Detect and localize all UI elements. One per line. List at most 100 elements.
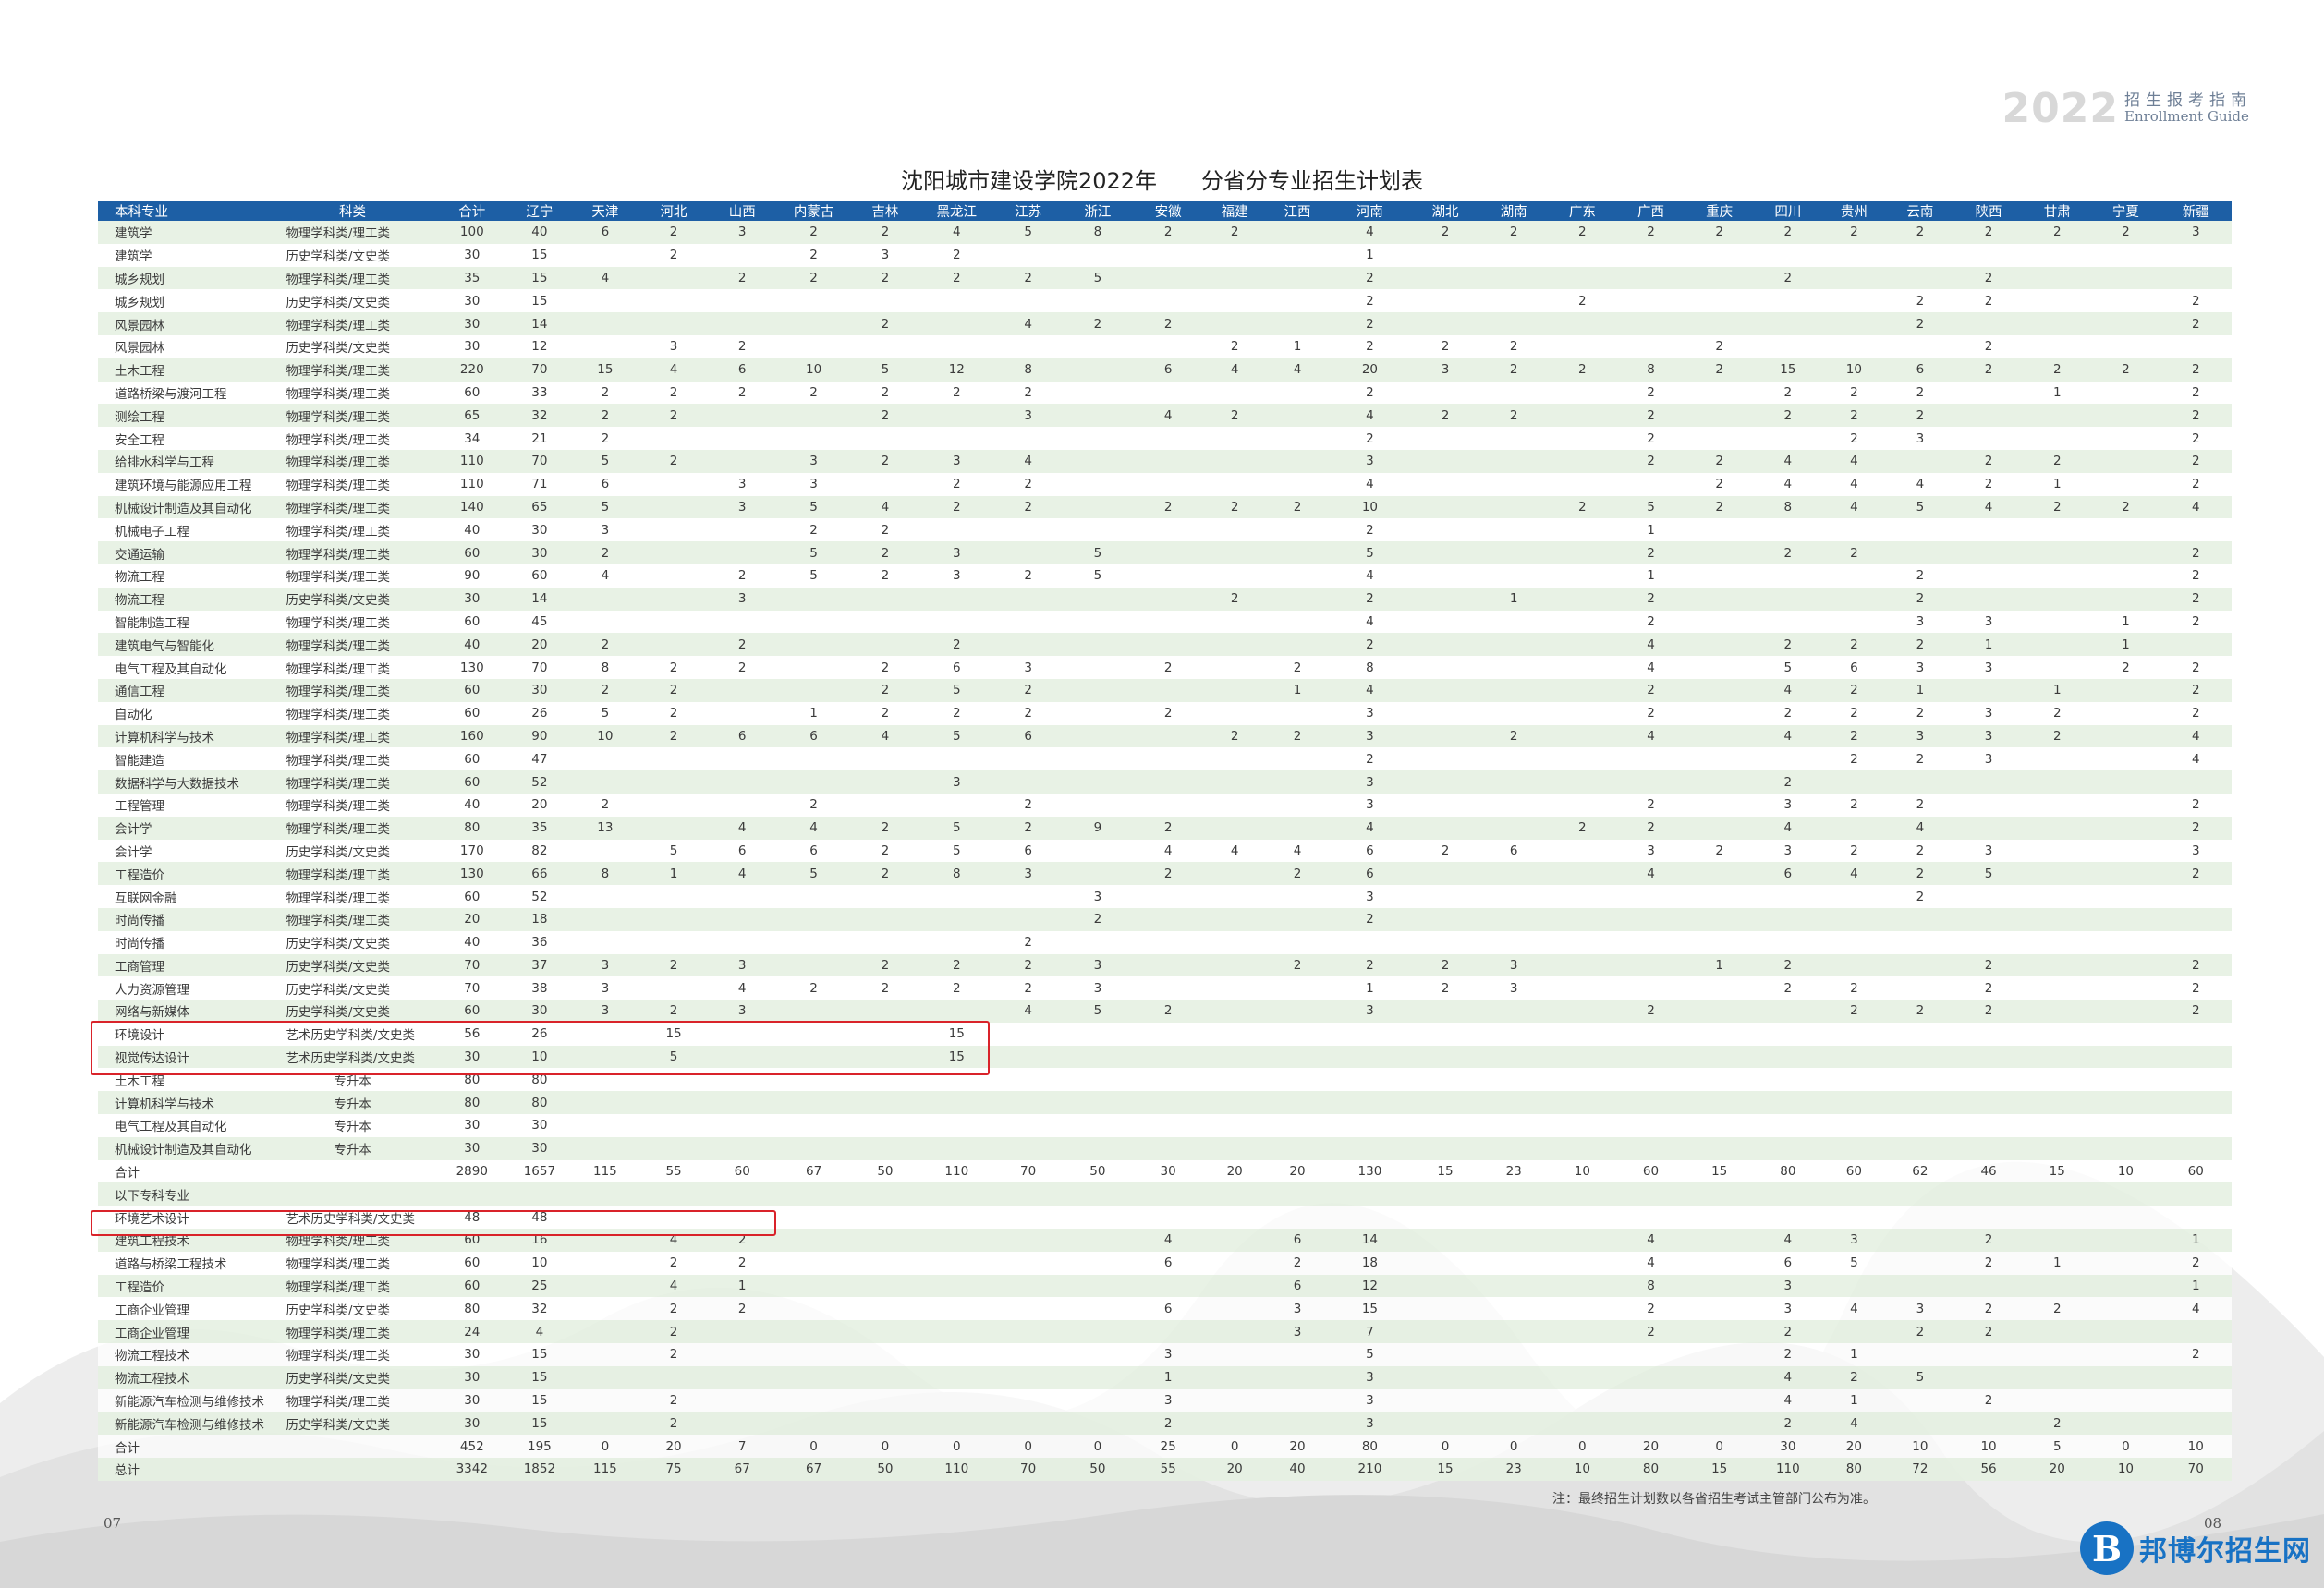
column-header: 本科专业: [98, 201, 270, 221]
value-cell: 4: [1821, 862, 1886, 886]
value-cell: 14: [1328, 1229, 1411, 1252]
value-cell: 4: [1616, 724, 1685, 748]
value-cell: [850, 334, 920, 358]
value-cell: [1548, 724, 1617, 748]
value-cell: [1479, 1229, 1549, 1252]
value-cell: [1410, 266, 1480, 290]
value-cell: [1685, 862, 1754, 886]
value-cell: 3: [1753, 1274, 1822, 1298]
value-cell: 40: [435, 633, 508, 657]
value-cell: [1548, 404, 1617, 428]
value-cell: [1685, 1182, 1754, 1206]
value-cell: 2: [1885, 1000, 1954, 1023]
value-cell: [1479, 678, 1549, 702]
value-cell: 30: [507, 518, 571, 542]
value-cell: [1203, 1206, 1267, 1230]
value-cell: 34: [435, 427, 508, 450]
value-cell: [1133, 1274, 1204, 1298]
value-cell: [708, 1068, 777, 1092]
watermark-logo-icon: B: [2080, 1521, 2134, 1575]
value-cell: 2: [639, 404, 709, 428]
value-cell: 3: [1266, 1297, 1329, 1321]
value-cell: 10: [507, 1251, 571, 1275]
value-cell: [1548, 334, 1617, 358]
value-cell: [919, 1000, 994, 1023]
value-cell: [2091, 449, 2160, 473]
value-cell: [776, 1412, 851, 1436]
value-cell: [2023, 266, 2092, 290]
major-cell: 通信工程: [98, 678, 270, 702]
value-cell: [2023, 289, 2092, 313]
value-cell: [993, 1206, 1063, 1230]
major-cell: 建筑电气与智能化: [98, 633, 270, 657]
value-cell: [639, 564, 709, 588]
value-cell: 130: [435, 656, 508, 679]
value-cell: 2: [2160, 862, 2232, 886]
value-cell: 2: [1953, 449, 2024, 473]
value-cell: [1062, 449, 1133, 473]
value-cell: 2: [1953, 1000, 2024, 1023]
value-cell: [570, 243, 639, 267]
value-cell: [1753, 1045, 1822, 1069]
value-cell: [1203, 885, 1267, 908]
value-cell: [1133, 1068, 1204, 1092]
value-cell: [1062, 1182, 1133, 1206]
value-cell: 2: [1328, 334, 1411, 358]
value-cell: [1885, 1206, 1954, 1230]
value-cell: 15: [507, 266, 571, 290]
major-cell: 网络与新媒体: [98, 1000, 270, 1023]
value-cell: 20: [1616, 1435, 1685, 1459]
value-cell: [2091, 1343, 2160, 1366]
value-cell: 170: [435, 839, 508, 863]
value-cell: 12: [507, 334, 571, 358]
value-cell: 5: [776, 564, 851, 588]
value-cell: [1953, 1343, 2024, 1366]
value-cell: [1753, 610, 1822, 634]
value-cell: [1410, 701, 1480, 725]
value-cell: 2: [776, 793, 851, 817]
value-cell: [776, 1022, 851, 1046]
value-cell: 2: [2160, 976, 2232, 1000]
value-cell: 5: [1062, 1000, 1133, 1023]
value-cell: 50: [1062, 1159, 1133, 1183]
value-cell: [993, 747, 1063, 771]
value-cell: [1203, 747, 1267, 771]
value-cell: [2023, 427, 2092, 450]
value-cell: [1410, 1274, 1480, 1298]
value-cell: [776, 953, 851, 977]
value-cell: [1062, 656, 1133, 679]
value-cell: 80: [1821, 1458, 1886, 1481]
value-cell: [2091, 381, 2160, 405]
brand-year: 2022: [2002, 85, 2119, 132]
value-cell: [776, 334, 851, 358]
value-cell: 2: [1266, 862, 1329, 886]
table-row: 建筑电气与智能化 物理学科类/理工类 40 20 2 2 2 2 4 2 2 2 1 1: [98, 633, 2232, 657]
value-cell: [1203, 1091, 1267, 1115]
category-cell: 物理学科类/理工类: [269, 564, 436, 588]
major-cell: 电气工程及其自动化: [98, 656, 270, 679]
value-cell: 2: [1821, 839, 1886, 863]
value-cell: [1062, 381, 1133, 405]
value-cell: [708, 701, 777, 725]
table-row: 时尚传播 物理学科类/理工类 20 18 2 2: [98, 907, 2232, 931]
value-cell: 5: [993, 221, 1063, 244]
value-cell: [2160, 1068, 2232, 1092]
value-cell: 6: [993, 724, 1063, 748]
value-cell: 5: [776, 862, 851, 886]
value-cell: 90: [507, 724, 571, 748]
value-cell: [850, 633, 920, 657]
value-cell: [1885, 449, 1954, 473]
value-cell: [2091, 1274, 2160, 1298]
value-cell: [708, 747, 777, 771]
value-cell: [1410, 1114, 1480, 1137]
value-cell: 2: [1753, 1343, 1822, 1366]
value-cell: [1203, 678, 1267, 702]
value-cell: 3: [1885, 610, 1954, 634]
table-row: 土木工程 物理学科类/理工类 220 70 15 4 6 10 5 12 8 6 4 4 20 3 2 2 8 2 15…: [98, 358, 2232, 382]
value-cell: 3: [1133, 1343, 1204, 1366]
value-cell: [2160, 930, 2232, 954]
value-cell: [570, 1320, 639, 1344]
value-cell: [708, 678, 777, 702]
value-cell: 60: [435, 885, 508, 908]
value-cell: 4: [1753, 724, 1822, 748]
